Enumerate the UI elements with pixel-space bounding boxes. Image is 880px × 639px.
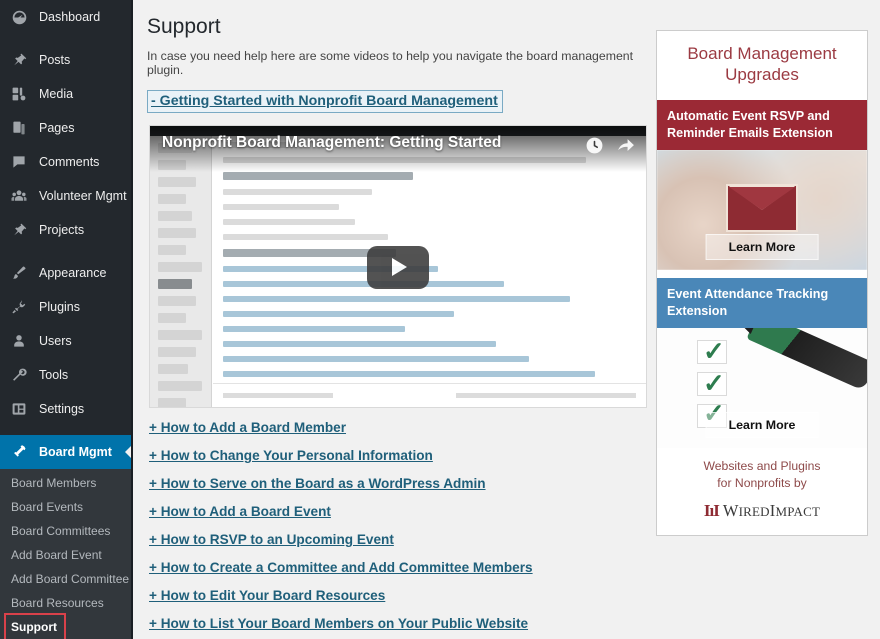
brush-icon	[11, 264, 31, 282]
accordion-item-list-board-members[interactable]: + How to List Your Board Members on Your…	[149, 616, 646, 631]
green-marker-pen	[746, 327, 867, 391]
attendance-extension-title: Event Attendance Tracking Extension	[657, 277, 867, 328]
sidebar-divider	[0, 426, 131, 435]
thumb-admin-footer	[213, 383, 646, 408]
video-title: Nonprofit Board Management: Getting Star…	[162, 134, 502, 152]
accordion-item-create-committee[interactable]: + How to Create a Committee and Add Comm…	[149, 560, 646, 575]
sidebar-item-board-events[interactable]: Board Events	[0, 495, 131, 519]
pin-icon	[11, 51, 31, 69]
video-header-overlay: Nonprofit Board Management: Getting Star…	[150, 126, 646, 173]
wordpress-admin-screen: Dashboard Posts Media Pages Comments Vol…	[0, 0, 880, 639]
envelope-icon	[726, 183, 798, 232]
play-button-icon[interactable]	[367, 245, 429, 289]
sidebar-item-label: Pages	[39, 121, 75, 135]
thumb-admin-sidebar	[150, 136, 212, 408]
pages-icon	[11, 119, 31, 137]
sidebar-item-media[interactable]: Media	[0, 77, 131, 111]
sidebar-item-label: Comments	[39, 155, 100, 169]
sidebar-divider	[0, 247, 131, 256]
sidebar-item-dashboard[interactable]: Dashboard	[0, 0, 131, 34]
help-topics-accordion: + How to Add a Board Member + How to Cha…	[149, 420, 646, 631]
sidebar-item-label: Volunteer Mgmt	[39, 189, 127, 203]
sidebar-item-comments[interactable]: Comments	[0, 145, 131, 179]
sidebar-item-posts[interactable]: Posts	[0, 43, 131, 77]
learn-more-button-rsvp[interactable]: Learn More	[705, 233, 819, 260]
support-annotation-highlight: Support	[0, 613, 131, 639]
attendance-extension-image: ✓ ✓ ✓ Learn More	[657, 327, 867, 448]
sidebar-item-volunteer-mgmt[interactable]: Volunteer Mgmt	[0, 179, 131, 213]
sidebar-item-projects[interactable]: Projects	[0, 213, 131, 247]
video-action-buttons	[585, 134, 636, 160]
group-icon	[11, 187, 31, 205]
footer-line-2: for Nonprofits by	[717, 476, 807, 491]
sidebar-item-support[interactable]: Support	[4, 613, 66, 639]
support-content-column: Support In case you need help here are s…	[147, 8, 647, 639]
sliders-icon	[11, 400, 31, 418]
wiredimpact-wordmark: WIREDIMPACT	[722, 500, 821, 520]
comment-icon	[11, 153, 31, 171]
learn-more-button-attendance[interactable]: Learn More	[705, 411, 819, 438]
sidebar-item-board-committees[interactable]: Board Committees	[0, 519, 131, 543]
clock-icon[interactable]	[585, 136, 604, 160]
accordion-item-add-board-member[interactable]: + How to Add a Board Member	[149, 420, 646, 435]
accordion-item-change-personal-information[interactable]: + How to Change Your Personal Informatio…	[149, 448, 646, 463]
getting-started-video-link[interactable]: - Getting Started with Nonprofit Board M…	[147, 90, 503, 114]
sidebar-item-board-resources[interactable]: Board Resources	[0, 591, 131, 615]
sidebar-item-label: Dashboard	[39, 10, 101, 24]
sidebar-item-label: Projects	[39, 223, 85, 237]
sidebar-item-add-board-committee[interactable]: Add Board Committee	[0, 567, 131, 591]
accordion-item-add-board-event[interactable]: + How to Add a Board Event	[149, 504, 646, 519]
sidebar-item-label: Plugins	[39, 300, 80, 314]
youtube-video-player[interactable]: Nonprofit Board Management: Getting Star…	[149, 125, 647, 409]
sidebar-rail: Board Management Upgrades Automatic Even…	[656, 8, 868, 639]
sidebar-item-users[interactable]: Users	[0, 324, 131, 358]
sidebar-item-plugins[interactable]: Plugins	[0, 290, 131, 324]
intro-text: In case you need help here are some vide…	[147, 49, 634, 78]
thumb-admin-body	[213, 136, 646, 408]
sidebar-item-board-members[interactable]: Board Members	[0, 471, 131, 495]
sidebar-item-label: Media	[39, 87, 74, 101]
sidebar-item-appearance[interactable]: Appearance	[0, 256, 131, 290]
page-title: Support	[147, 15, 221, 38]
dashboard-icon	[11, 8, 31, 26]
board-management-upgrades-widget: Board Management Upgrades Automatic Even…	[656, 30, 868, 536]
rsvp-extension-image: Learn More	[657, 149, 867, 270]
board-mgmt-submenu: Board Members Board Events Board Committ…	[0, 469, 131, 639]
media-icon	[11, 85, 31, 103]
sidebar-item-label: Settings	[39, 402, 85, 416]
plug-icon	[11, 298, 31, 316]
accordion-item-serve-as-wordpress-admin[interactable]: + How to Serve on the Board as a WordPre…	[149, 476, 646, 491]
main-content: Support In case you need help here are s…	[133, 0, 880, 639]
sidebar-item-label: Users	[39, 334, 72, 348]
sidebar-item-add-board-event[interactable]: Add Board Event	[0, 543, 131, 567]
admin-sidebar: Dashboard Posts Media Pages Comments Vol…	[0, 0, 133, 639]
sidebar-item-label: Posts	[39, 53, 71, 67]
share-arrow-icon[interactable]	[616, 136, 636, 160]
pin-icon	[11, 221, 31, 239]
widget-footer: Websites and Plugins for Nonprofits by I…	[657, 448, 867, 535]
sidebar-item-board-mgmt[interactable]: Board Mgmt	[0, 435, 131, 469]
user-icon	[11, 332, 31, 350]
widget-divider	[657, 269, 867, 278]
rsvp-extension-title: Automatic Event RSVP and Reminder Emails…	[657, 99, 867, 150]
sidebar-divider	[0, 34, 131, 43]
sidebar-item-tools[interactable]: Tools	[0, 358, 131, 392]
wiredimpact-logo[interactable]: IıI WIREDIMPACT	[665, 501, 859, 521]
hammer-icon	[11, 443, 31, 461]
accordion-item-edit-board-resources[interactable]: + How to Edit Your Board Resources	[149, 588, 646, 603]
sidebar-item-label: Tools	[39, 368, 69, 382]
sidebar-item-settings[interactable]: Settings	[0, 392, 131, 426]
widget-heading: Board Management Upgrades	[687, 44, 837, 85]
accordion-item-rsvp-upcoming-event[interactable]: + How to RSVP to an Upcoming Event	[149, 532, 646, 547]
wiredimpact-mark: IıI	[703, 500, 720, 520]
footer-line-1: Websites and Plugins	[703, 458, 821, 473]
sidebar-item-label: Appearance	[39, 266, 107, 280]
wrench-icon	[11, 366, 31, 384]
sidebar-item-pages[interactable]: Pages	[0, 111, 131, 145]
sidebar-item-label: Board Mgmt	[39, 445, 112, 459]
